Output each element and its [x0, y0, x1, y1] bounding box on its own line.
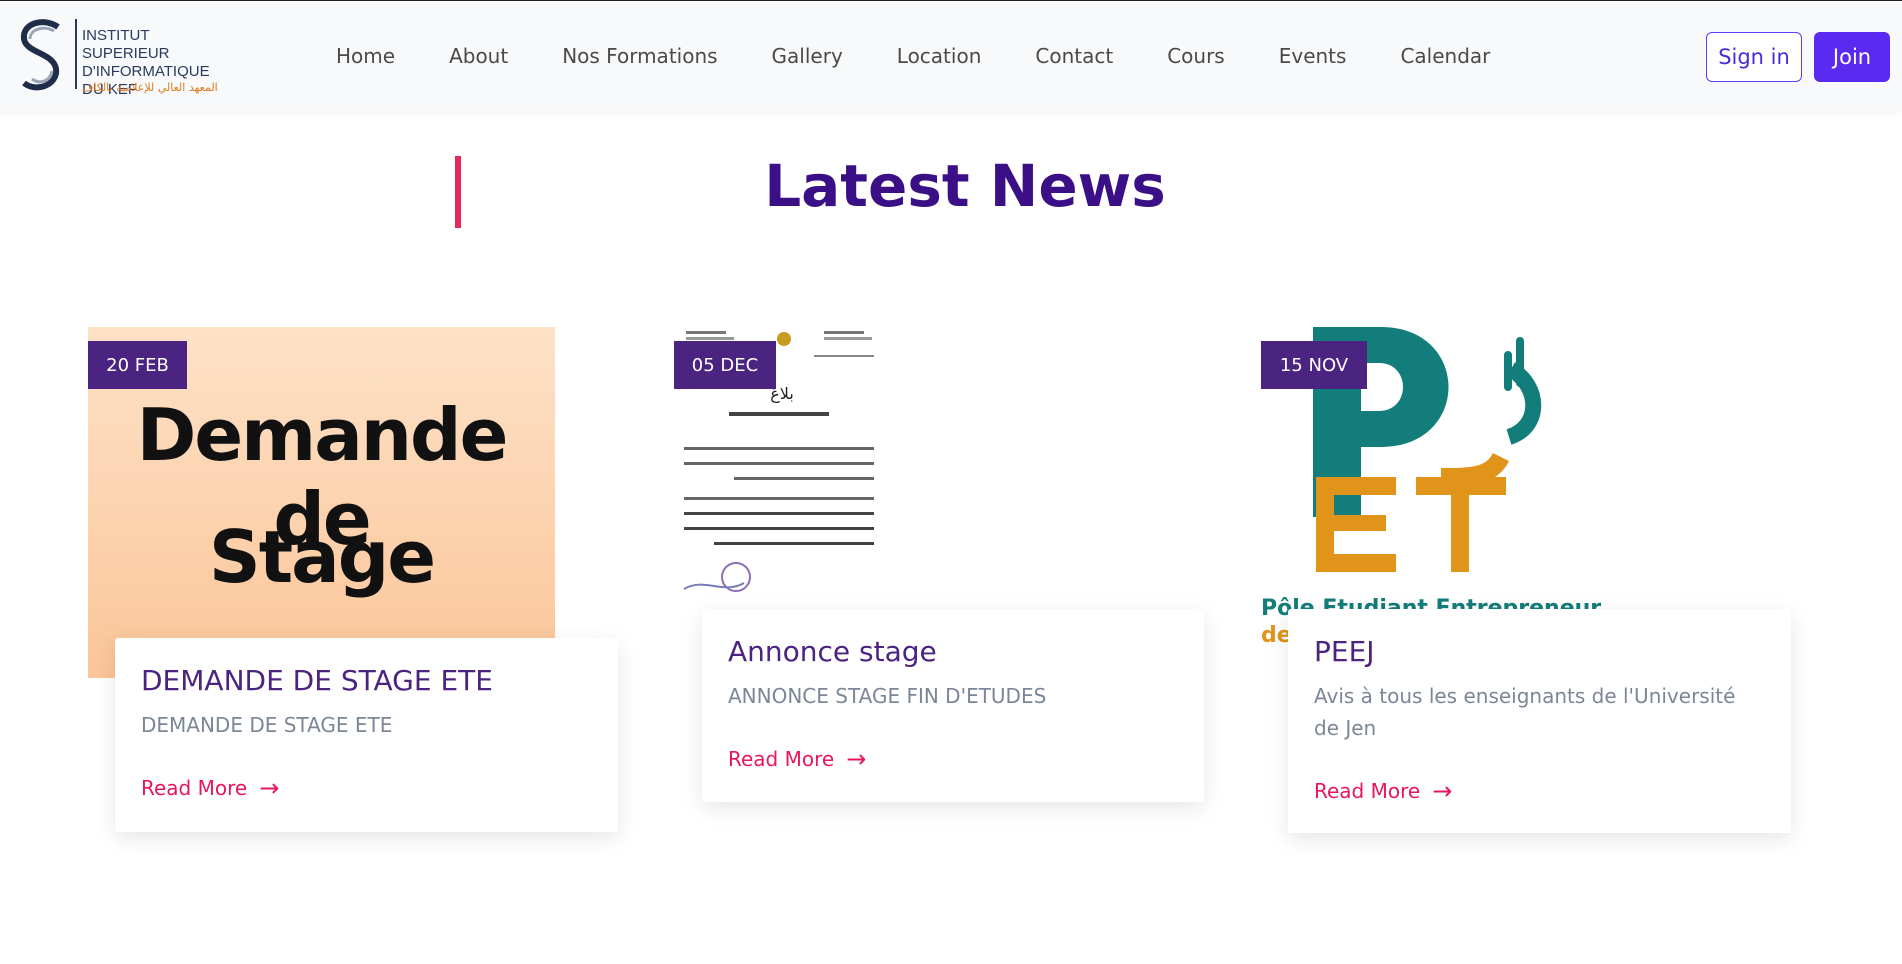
logo-s-icon: [20, 19, 60, 91]
thumb-text-line-2: Stage: [208, 515, 436, 599]
news-card-body: DEMANDE DE STAGE ETE DEMANDE DE STAGE ET…: [115, 638, 618, 832]
arrow-right-icon: →: [1432, 777, 1453, 805]
navbar: INSTITUT SUPERIEUR D'INFORMATIQUE DU KEF…: [0, 1, 1902, 111]
news-excerpt: DEMANDE DE STAGE ETE: [141, 713, 393, 737]
logo-arabic-text: المعهد العالي للإعلامية بالكاف: [82, 81, 218, 94]
nav-calendar[interactable]: Calendar: [1400, 44, 1490, 68]
news-title[interactable]: PEEJ: [1314, 635, 1765, 668]
nav-events[interactable]: Events: [1279, 44, 1347, 68]
read-more-label: Read More: [1314, 779, 1421, 803]
date-badge: 05 DEC: [674, 341, 776, 389]
logo-line-2: D'INFORMATIQUE: [82, 63, 210, 80]
date-badge: 20 FEB: [88, 341, 187, 389]
news-title[interactable]: DEMANDE DE STAGE ETE: [141, 664, 592, 697]
nav-about[interactable]: About: [449, 44, 508, 68]
news-card: Demande de Stage 20 FEB DEMANDE DE STAGE…: [88, 327, 618, 832]
arrow-right-icon: →: [259, 774, 280, 802]
news-card: بلاغ 05 DEC Annonce stage ANNONCE STAGE …: [674, 327, 1204, 802]
news-excerpt: ANNONCE STAGE FIN D'ETUDES: [728, 684, 1047, 708]
site-logo[interactable]: INSTITUT SUPERIEUR D'INFORMATIQUE DU KEF…: [14, 17, 234, 98]
news-card-body: Annonce stage ANNONCE STAGE FIN D'ETUDES…: [702, 609, 1204, 802]
join-button[interactable]: Join: [1814, 32, 1890, 82]
read-more-link[interactable]: Read More →: [141, 774, 279, 802]
news-excerpt: Avis à tous les enseignants de l'Univers…: [1314, 684, 1736, 740]
main-nav: Home About Nos Formations Gallery Locati…: [336, 1, 1544, 111]
date-badge: 15 NOV: [1261, 341, 1367, 389]
read-more-link[interactable]: Read More →: [1314, 777, 1452, 805]
read-more-link[interactable]: Read More →: [728, 745, 866, 773]
nav-contact[interactable]: Contact: [1035, 44, 1113, 68]
logo-divider: [75, 19, 77, 89]
section-title: Latest News: [764, 152, 1166, 220]
nav-gallery[interactable]: Gallery: [772, 44, 843, 68]
nav-home[interactable]: Home: [336, 44, 395, 68]
nav-cours[interactable]: Cours: [1167, 44, 1225, 68]
logo-line-1: INSTITUT SUPERIEUR: [82, 27, 170, 62]
nav-nos-formations[interactable]: Nos Formations: [562, 44, 717, 68]
read-more-label: Read More: [141, 776, 248, 800]
arrow-right-icon: →: [846, 745, 867, 773]
news-card: Pôle Etudiant Entrepreneur de 15 NOV PEE…: [1261, 327, 1791, 833]
news-card-body: PEEJ Avis à tous les enseignants de l'Un…: [1288, 609, 1791, 833]
sign-in-button[interactable]: Sign in: [1706, 32, 1802, 82]
read-more-label: Read More: [728, 747, 835, 771]
news-title[interactable]: Annonce stage: [728, 635, 1178, 668]
nav-location[interactable]: Location: [897, 44, 982, 68]
